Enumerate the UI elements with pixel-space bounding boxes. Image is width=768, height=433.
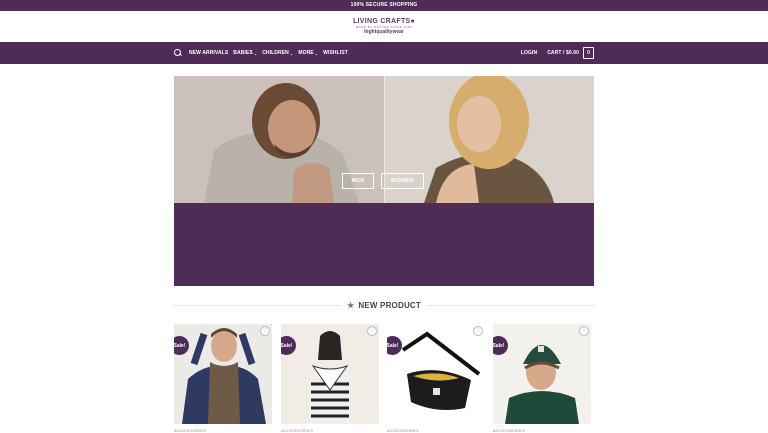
login-link[interactable]: LOGIN: [521, 50, 537, 56]
nav-label: CHILDREN: [262, 50, 289, 56]
nav-label: NEW ARRIVALS: [189, 50, 229, 56]
cart-label: CART / $0.00: [547, 50, 579, 56]
divider-line: [174, 304, 341, 306]
heart-icon[interactable]: ♡: [579, 326, 589, 336]
section-title: NEW PRODUCT: [358, 300, 422, 310]
nav-item-wishlist[interactable]: WISHLIST: [323, 50, 348, 56]
product-image[interactable]: Sale! ♡: [387, 324, 485, 424]
main-nav: NEW ARRIVALS BABIES ⌄ CHILDREN ⌄ MORE ⌄ WIS…: [0, 42, 768, 64]
brand-header: LIVING CRAFTS● MADE BY NATURE SINCE 1986…: [0, 11, 768, 42]
chevron-down-icon: ⌄: [253, 50, 258, 56]
heart-icon[interactable]: ♡: [473, 326, 483, 336]
logo-subline: hightqualitywear: [364, 29, 404, 35]
cart-count-badge: 0: [583, 47, 594, 59]
hero-banner: MEN WOMEN: [174, 76, 594, 286]
site-logo[interactable]: LIVING CRAFTS● MADE BY NATURE SINCE 1986…: [353, 18, 415, 35]
product-grid: Sale! ♡ ACCESSORIES Sale! ♡ ACCESSORIES: [174, 324, 594, 433]
promo-text: 100% SECURE SHOPPING: [350, 2, 418, 8]
logo-mark: ●: [410, 18, 416, 25]
men-button[interactable]: MEN: [342, 173, 374, 189]
logo-name: LIVING CRAFTS: [352, 18, 411, 25]
heart-icon[interactable]: ♡: [260, 326, 270, 336]
product-category[interactable]: ACCESSORIES: [493, 428, 525, 433]
product-category[interactable]: ACCESSORIES: [281, 428, 313, 433]
search-icon[interactable]: [174, 49, 182, 57]
chevron-down-icon: ⌄: [314, 50, 319, 56]
product-category[interactable]: ACCESSORIES: [387, 428, 419, 433]
promo-bar: 100% SECURE SHOPPING: [0, 0, 768, 11]
hero-purple-panel: [174, 203, 594, 286]
product-image[interactable]: Sale! ♡: [493, 324, 591, 424]
heart-icon[interactable]: ♡: [367, 326, 377, 336]
cart-link[interactable]: CART / $0.00 0: [547, 47, 594, 59]
chevron-down-icon: ⌄: [289, 50, 294, 56]
nav-label: WISHLIST: [323, 50, 348, 56]
star-icon: ★: [346, 300, 355, 310]
nav-label: MORE: [298, 50, 314, 56]
nav-item-children[interactable]: CHILDREN ⌄: [262, 50, 293, 56]
women-button[interactable]: WOMEN: [381, 173, 424, 189]
divider-line: [427, 304, 594, 306]
product-category[interactable]: ACCESSORIES: [174, 428, 206, 433]
product-image[interactable]: Sale! ♡: [174, 324, 272, 424]
product-image[interactable]: Sale! ♡: [281, 324, 379, 424]
nav-item-new-arrivals[interactable]: NEW ARRIVALS: [189, 50, 228, 56]
nav-item-more[interactable]: MORE ⌄: [298, 50, 318, 56]
nav-label: BABIES: [233, 50, 253, 56]
section-header: ★ NEW PRODUCT: [174, 298, 594, 312]
nav-item-babies[interactable]: BABIES ⌄: [233, 50, 257, 56]
